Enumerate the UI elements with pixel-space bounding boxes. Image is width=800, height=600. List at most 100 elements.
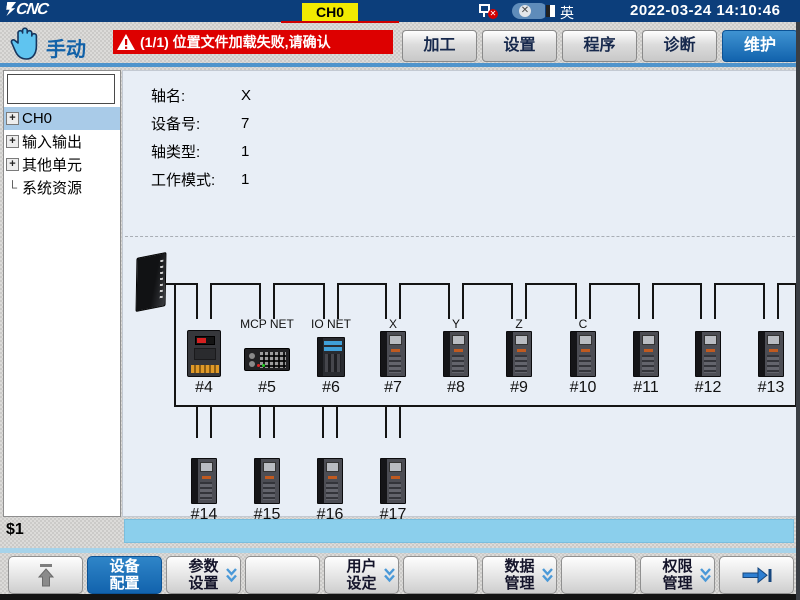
tree-item-system-resources[interactable]: └ 系统资源 — [4, 176, 120, 199]
expand-icon[interactable]: + — [6, 158, 19, 171]
expand-icon[interactable]: + — [6, 112, 19, 125]
device-unit-11[interactable] — [633, 331, 659, 377]
device-number: #8 — [426, 379, 486, 397]
device-unit-13[interactable] — [758, 331, 784, 377]
bus-line — [337, 283, 339, 319]
right-arrow-icon — [741, 566, 773, 584]
softkey-divider — [0, 548, 800, 553]
tree-item-ch0[interactable]: + CH0 — [4, 107, 120, 130]
bus-line — [212, 283, 259, 285]
bus-line — [527, 283, 575, 285]
bus-line — [210, 405, 212, 438]
bus-line — [591, 283, 638, 285]
manual-mode-hand-icon — [8, 24, 42, 62]
device-unit-6[interactable] — [317, 337, 345, 377]
bus-line — [174, 405, 797, 407]
expand-icon[interactable]: + — [6, 135, 19, 148]
alert-message: (1/1) 位置文件加载失败,请确认 — [140, 32, 331, 52]
softkey-empty-1[interactable] — [245, 556, 320, 594]
tree-filter-input[interactable] — [7, 74, 115, 104]
bus-line — [196, 405, 198, 438]
softkey-next[interactable] — [719, 556, 794, 594]
bus-line — [385, 283, 387, 319]
chevron-down-icon — [225, 567, 238, 583]
up-arrow-icon — [33, 561, 59, 589]
bus-line — [654, 283, 700, 285]
device-diagram: #4MCP NET#5IO NET#6X#7Y#8Z#9C#10#11#12#1… — [123, 71, 797, 516]
bus-line — [652, 283, 654, 319]
bus-line — [401, 283, 448, 285]
softkey-permission-management[interactable]: 权限管理 — [640, 556, 715, 594]
tree-item-other-units[interactable]: + 其他单元 — [4, 153, 120, 176]
bus-line — [462, 283, 464, 319]
tree-item-io[interactable]: + 输入输出 — [4, 130, 120, 153]
bus-line — [275, 283, 323, 285]
warning-icon — [116, 33, 136, 51]
device-number: #4 — [174, 379, 234, 397]
device-unit-15[interactable] — [254, 458, 280, 504]
softkey-device-config[interactable]: 设备配置 — [87, 556, 162, 594]
softkey-empty-2[interactable] — [403, 556, 478, 594]
tab-program[interactable]: 程序 — [562, 30, 637, 62]
bus-line — [525, 283, 527, 319]
chevron-down-icon — [541, 567, 554, 583]
channel-tab-underline — [281, 21, 399, 23]
channel-status: $1 — [6, 521, 24, 539]
device-unit-9[interactable] — [506, 331, 532, 377]
screen-right-edge — [796, 22, 800, 600]
tree-elbow-icon: └ — [6, 180, 19, 195]
bus-line — [464, 283, 511, 285]
bus-line — [700, 283, 702, 319]
bus-line — [716, 283, 763, 285]
device-unit-12[interactable] — [695, 331, 721, 377]
softkey-param-settings[interactable]: 参数设置 — [166, 556, 241, 594]
device-unit-5[interactable] — [244, 348, 290, 371]
device-unit-14[interactable] — [191, 458, 217, 504]
clock: 2022-03-24 14:10:46 — [630, 2, 780, 19]
softkey-empty-3[interactable] — [561, 556, 636, 594]
device-unit-8[interactable] — [443, 331, 469, 377]
softkey-data-management[interactable]: 数据管理 — [482, 556, 557, 594]
bus-line — [575, 283, 577, 319]
softkey-bar: 设备配置 参数设置 用户设定 数据管理 权限管理 — [8, 556, 794, 594]
channel-tab[interactable]: CH0 — [302, 3, 358, 21]
keyboard-icon[interactable] — [545, 4, 556, 18]
device-unit-4[interactable] — [187, 330, 221, 377]
softkey-return[interactable] — [8, 556, 83, 594]
tab-diagnosis[interactable]: 诊断 — [642, 30, 717, 62]
device-number: #7 — [363, 379, 423, 397]
device-unit-17[interactable] — [380, 458, 406, 504]
bus-line — [196, 283, 198, 319]
bus-line — [273, 283, 275, 319]
bus-line — [339, 283, 385, 285]
device-unit-7[interactable] — [380, 331, 406, 377]
bus-line — [777, 283, 779, 319]
tab-machining[interactable]: 加工 — [402, 30, 477, 62]
bus-line — [323, 283, 325, 319]
device-unit-16[interactable] — [317, 458, 343, 504]
softkey-user-settings[interactable]: 用户设定 — [324, 556, 399, 594]
bus-line — [763, 283, 765, 319]
tab-maintenance[interactable]: 维护 — [722, 30, 798, 62]
device-number: #9 — [489, 379, 549, 397]
controller-unit[interactable] — [136, 252, 167, 312]
input-close-icon[interactable]: ✕ — [512, 3, 548, 19]
bus-line — [714, 283, 716, 319]
chevron-down-icon — [699, 567, 712, 583]
tab-settings[interactable]: 设置 — [482, 30, 557, 62]
bus-line — [385, 405, 387, 438]
port-label: C — [538, 317, 628, 331]
bus-line — [273, 405, 275, 438]
mode-label: 手动 — [46, 33, 86, 62]
bus-line — [322, 405, 324, 438]
brand-logo: CNC — [5, 1, 49, 19]
bus-line — [210, 283, 212, 319]
screen-bottom-edge — [0, 594, 800, 600]
network-error-icon: ✕ — [478, 3, 498, 19]
top-bar: CNC CH0 ✕ ✕ 英 2022-03-24 14:10:46 — [0, 0, 800, 22]
bus-line — [638, 283, 640, 319]
device-unit-10[interactable] — [570, 331, 596, 377]
language-indicator[interactable]: 英 — [560, 3, 574, 23]
alert-banner: (1/1) 位置文件加载失败,请确认 — [113, 30, 393, 54]
bus-line — [399, 283, 401, 319]
